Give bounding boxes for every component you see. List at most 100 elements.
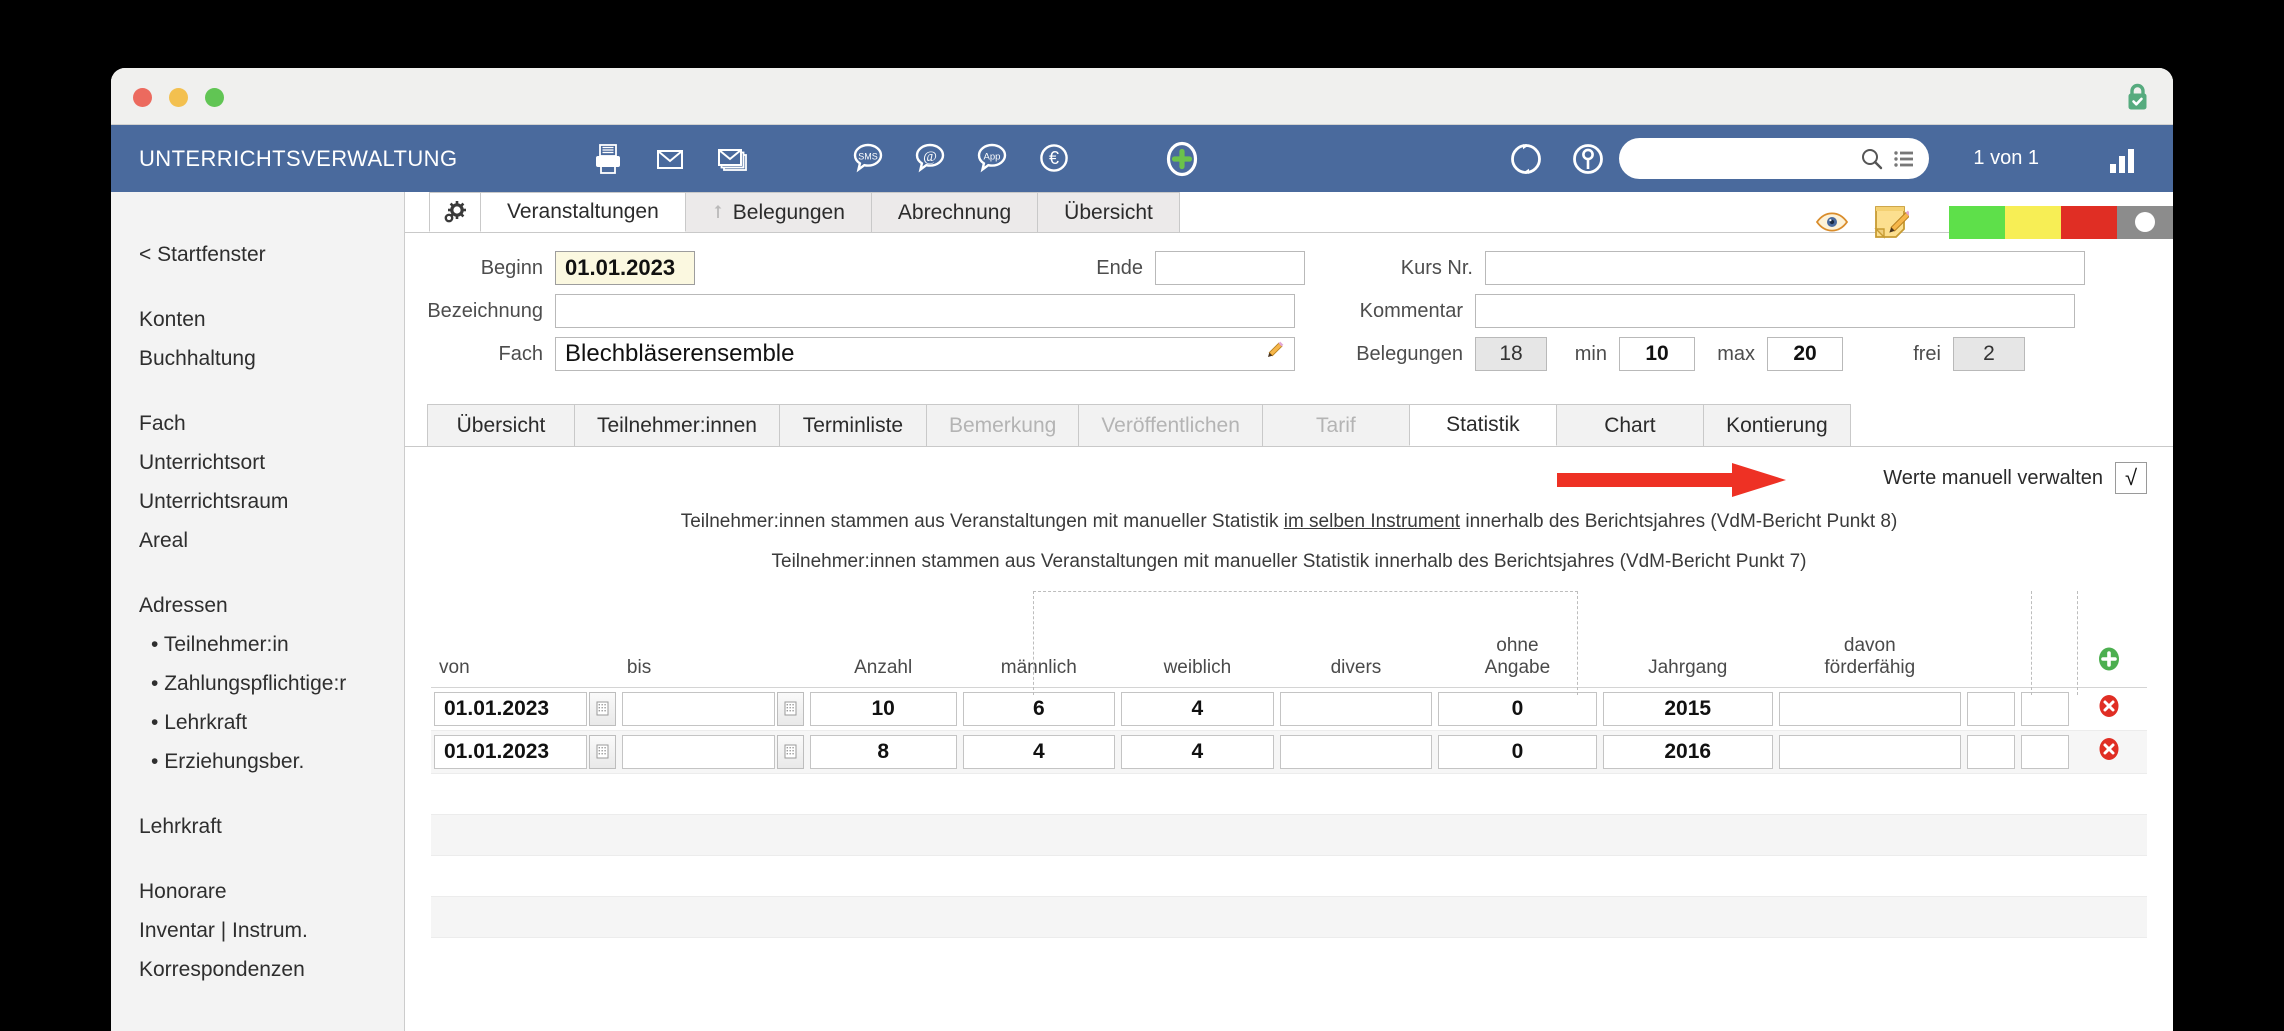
delete-row-icon[interactable] — [2096, 736, 2122, 767]
app-bubble-icon[interactable]: App — [961, 125, 1023, 192]
sidebar-item-zahlungspflichtiger[interactable]: Zahlungspflichtige:r — [111, 665, 404, 704]
subtab-teilnehmerinnen[interactable]: Teilnehmer:innen — [574, 404, 780, 446]
tab-veranstaltungen[interactable]: Veranstaltungen — [480, 192, 686, 232]
note-pencil-icon[interactable] — [1861, 203, 1919, 241]
table-row-empty[interactable] — [431, 773, 2147, 815]
add-record-icon[interactable] — [1151, 125, 1213, 192]
input-weiblich[interactable]: 4 — [1121, 734, 1274, 769]
calendar-icon[interactable] — [588, 691, 616, 726]
input-von[interactable]: 01.01.2023 — [434, 734, 587, 769]
input-beginn[interactable]: 01.01.2023 — [555, 251, 695, 285]
input-extra-1[interactable] — [1966, 734, 2015, 769]
input-extra-2[interactable] — [2020, 734, 2069, 769]
input-jahrgang[interactable]: 2016 — [1602, 734, 1773, 769]
statistics-note-2: Teilnehmer:innen stammen aus Veranstaltu… — [771, 551, 1807, 572]
sidebar-item-adressen[interactable]: Adressen — [111, 587, 404, 626]
cell-extra-2 — [2017, 687, 2072, 731]
tab-abrechnung[interactable]: Abrechnung — [870, 192, 1039, 232]
eye-icon[interactable] — [1803, 211, 1861, 233]
input-davon-foerderfaehig[interactable] — [1778, 734, 1961, 769]
input-jahrgang[interactable]: 2015 — [1602, 691, 1773, 726]
add-row-icon[interactable] — [2095, 645, 2123, 679]
status-green[interactable] — [1949, 205, 2005, 239]
input-ende[interactable] — [1155, 251, 1305, 285]
calendar-icon[interactable] — [776, 734, 804, 769]
subtab-statistik[interactable]: Statistik — [1408, 404, 1557, 446]
input-ohne-angabe[interactable]: 0 — [1438, 691, 1597, 726]
delete-row-icon[interactable] — [2096, 693, 2122, 724]
input-anzahl[interactable]: 10 — [809, 691, 957, 726]
input-weiblich[interactable]: 4 — [1121, 691, 1274, 726]
manual-values-checkbox[interactable]: √ — [2115, 462, 2147, 494]
subtab-kontierung[interactable]: Kontierung — [1702, 404, 1851, 446]
cell-bis — [618, 730, 807, 774]
input-max[interactable]: 20 — [1767, 337, 1843, 371]
input-maennlich[interactable]: 6 — [962, 691, 1116, 726]
sidebar-item-fach[interactable]: Fach — [111, 405, 404, 444]
sidebar-item-unterrichtsort[interactable]: Unterrichtsort — [111, 444, 404, 483]
input-ohne-angabe[interactable]: 0 — [1438, 734, 1597, 769]
input-fach[interactable]: Blechbläserensemble — [555, 337, 1295, 371]
sidebar-item-lehrkraft-adresse[interactable]: Lehrkraft — [111, 704, 404, 743]
calendar-icon[interactable] — [588, 734, 616, 769]
euro-circle-icon[interactable]: € — [1023, 125, 1085, 192]
table-row-empty[interactable] — [431, 814, 2147, 856]
mail-stack-icon[interactable] — [701, 125, 763, 192]
edit-pencil-icon[interactable] — [1263, 340, 1285, 369]
bar-chart-icon[interactable] — [2093, 125, 2155, 192]
sidebar-item-startfenster[interactable]: < Startfenster — [111, 236, 404, 275]
search-person-icon[interactable] — [1557, 125, 1619, 192]
input-min[interactable]: 10 — [1619, 337, 1695, 371]
at-bubble-icon[interactable]: @ — [899, 125, 961, 192]
print-icon[interactable] — [577, 125, 639, 192]
input-anzahl[interactable]: 8 — [809, 734, 957, 769]
subtab-chart[interactable]: Chart — [1555, 404, 1704, 446]
maximize-window-button[interactable] — [205, 88, 224, 107]
refresh-icon[interactable] — [1495, 125, 1557, 192]
input-davon-foerderfaehig[interactable] — [1778, 691, 1961, 726]
sidebar-item-buchhaltung[interactable]: Buchhaltung — [111, 340, 404, 379]
sidebar-item-honorare[interactable]: Honorare — [111, 873, 404, 912]
status-grey[interactable] — [2117, 205, 2173, 239]
input-bis[interactable] — [621, 691, 775, 726]
table-row-empty[interactable] — [431, 896, 2147, 938]
input-kommentar[interactable] — [1475, 294, 2075, 328]
status-yellow[interactable] — [2005, 205, 2061, 239]
input-extra-1[interactable] — [1966, 691, 2015, 726]
close-window-button[interactable] — [133, 88, 152, 107]
list-view-icon[interactable] — [1893, 149, 1915, 169]
table-row-empty[interactable] — [431, 855, 2147, 897]
manual-values-label: Werte manuell verwalten — [1883, 466, 2103, 489]
input-divers[interactable] — [1279, 691, 1433, 726]
input-bezeichnung[interactable] — [555, 294, 1295, 328]
sidebar-item-areal[interactable]: Areal — [111, 522, 404, 561]
status-red[interactable] — [2061, 205, 2117, 239]
subtab-uebersicht[interactable]: Übersicht — [427, 404, 575, 446]
input-extra-2[interactable] — [2020, 691, 2069, 726]
subtab-terminliste[interactable]: Terminliste — [778, 404, 927, 446]
tab-belegungen[interactable]: Belegungen — [684, 192, 872, 232]
sidebar-item-konten[interactable]: Konten — [111, 301, 404, 340]
statistics-note-1: Teilnehmer:innen stammen aus Veranstaltu… — [431, 511, 2147, 533]
cell-maennlich: 6 — [959, 687, 1119, 731]
sidebar-item-inventar-instrum[interactable]: Inventar | Instrum. — [111, 912, 404, 951]
input-maennlich[interactable]: 4 — [962, 734, 1116, 769]
mail-icon[interactable] — [639, 125, 701, 192]
minimize-window-button[interactable] — [169, 88, 188, 107]
search-input[interactable] — [1619, 138, 1930, 179]
input-von[interactable]: 01.01.2023 — [434, 691, 587, 726]
input-divers[interactable] — [1279, 734, 1433, 769]
input-kursnr[interactable] — [1485, 251, 2085, 285]
calendar-icon[interactable] — [776, 691, 804, 726]
sidebar-item-unterrichtsraum[interactable]: Unterrichtsraum — [111, 483, 404, 522]
sms-bubble-icon[interactable]: SMS — [837, 125, 899, 192]
sidebar-item-lehrkraft[interactable]: Lehrkraft — [111, 808, 404, 847]
sidebar-item-korrespondenzen[interactable]: Korrespondenzen — [111, 951, 404, 990]
input-bis[interactable] — [621, 734, 775, 769]
primary-tab-bar: Veranstaltungen Belegungen Abrechnung Üb… — [405, 192, 2173, 239]
tab-uebersicht[interactable]: Übersicht — [1037, 192, 1180, 232]
sidebar-item-erziehungsber[interactable]: Erziehungsber. — [111, 743, 404, 782]
fach-value: Blechbläserensemble — [565, 340, 795, 367]
tab-settings-gear[interactable] — [429, 192, 481, 232]
sidebar-item-teilnehmerin[interactable]: Teilnehmer:in — [111, 626, 404, 665]
